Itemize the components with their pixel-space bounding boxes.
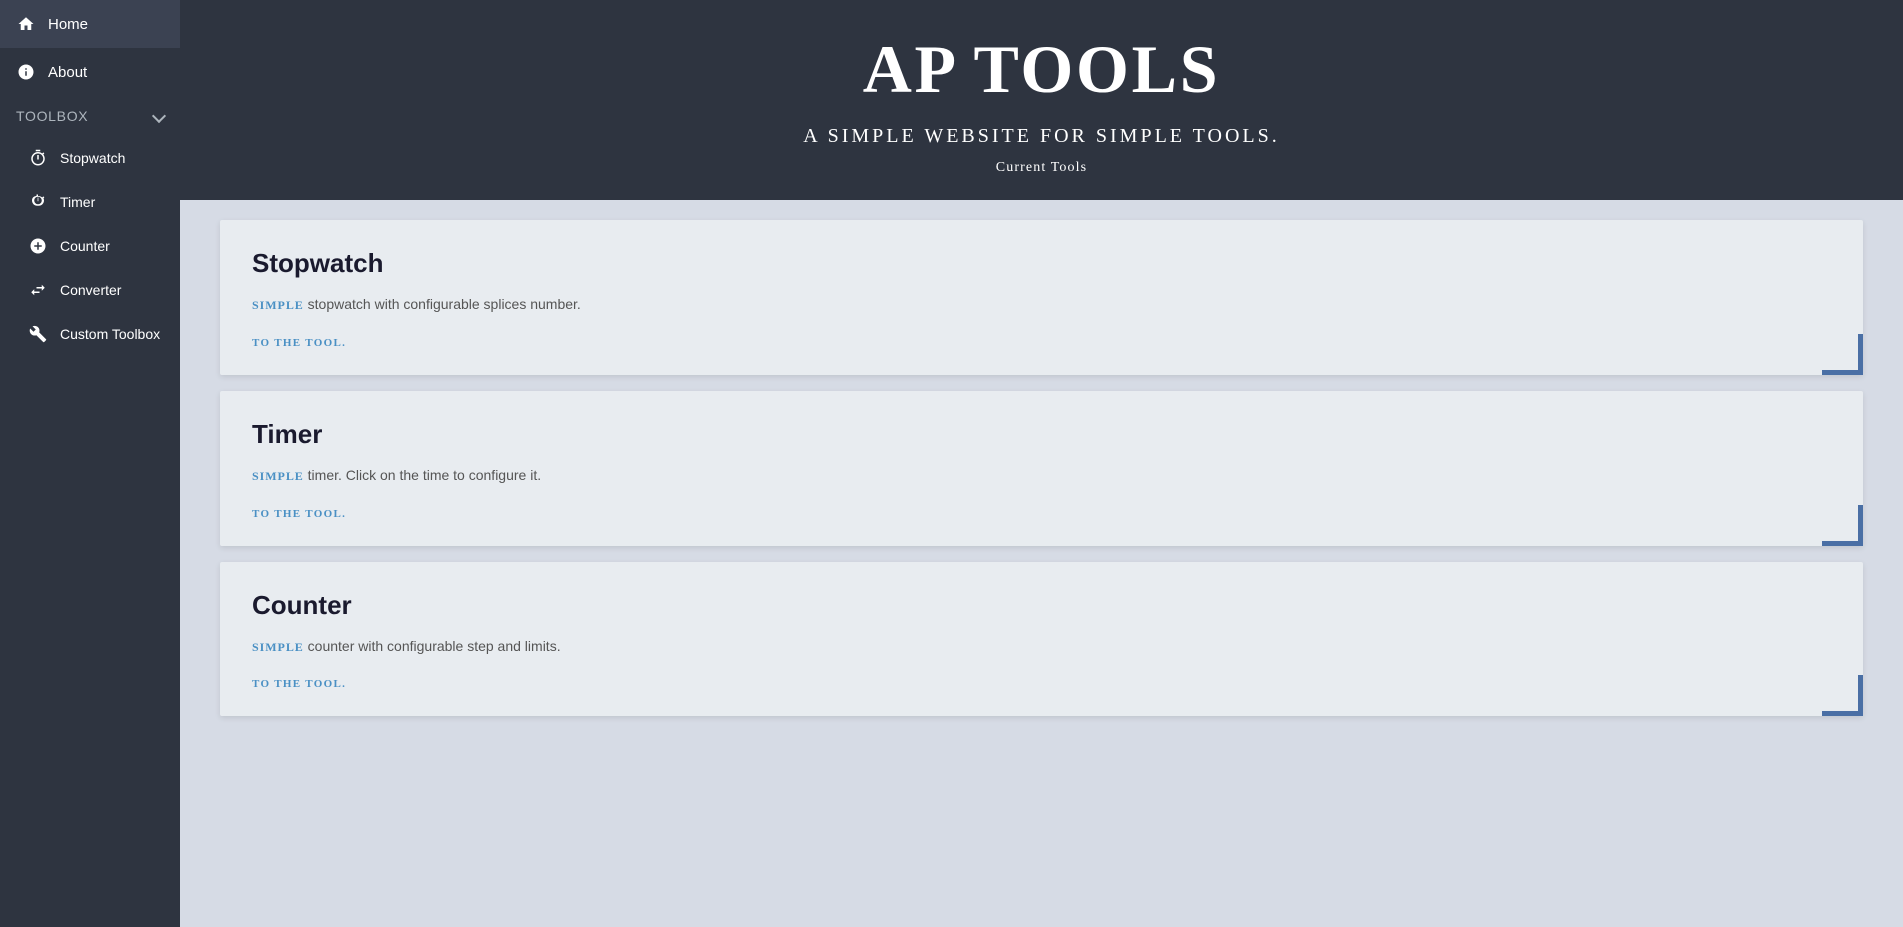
timer-card: Timer Simple timer. Click on the time to… [220, 391, 1863, 546]
sidebar-item-counter[interactable]: Counter [0, 224, 180, 268]
sidebar-item-custom-toolbox[interactable]: Custom Toolbox [0, 312, 180, 356]
counter-card-title: Counter [252, 590, 1831, 621]
sidebar-timer-label: Timer [60, 194, 95, 210]
cards-area: Stopwatch Simple stopwatch with configur… [180, 200, 1903, 756]
sidebar-counter-label: Counter [60, 238, 110, 254]
sidebar-home-label: Home [48, 16, 88, 33]
stopwatch-card-title: Stopwatch [252, 248, 1831, 279]
timer-card-description: Simple timer. Click on the time to confi… [252, 464, 1831, 488]
timer-simple-badge: Simple [252, 469, 304, 483]
sidebar-item-about[interactable]: About [0, 48, 180, 96]
sidebar-custom-toolbox-label: Custom Toolbox [60, 326, 160, 342]
sidebar-stopwatch-label: Stopwatch [60, 150, 125, 166]
sidebar-item-timer[interactable]: Timer [0, 180, 180, 224]
home-icon [16, 14, 36, 34]
chevron-down-icon [152, 109, 166, 123]
counter-simple-badge: Simple [252, 640, 304, 654]
timer-card-title: Timer [252, 419, 1831, 450]
counter-card-description: Simple counter with configurable step an… [252, 635, 1831, 659]
sidebar-item-stopwatch[interactable]: Stopwatch [0, 136, 180, 180]
sidebar-about-label: About [48, 64, 87, 81]
stopwatch-card-link[interactable]: To the tool. [252, 337, 346, 349]
counter-card: Counter Simple counter with configurable… [220, 562, 1863, 717]
sidebar-toolbox-label: Toolbox [16, 108, 88, 124]
sidebar-item-converter[interactable]: Converter [0, 268, 180, 312]
counter-card-link[interactable]: To the tool. [252, 678, 346, 690]
stopwatch-simple-badge: Simple [252, 298, 304, 312]
counter-icon [28, 236, 48, 256]
stopwatch-card: Stopwatch Simple stopwatch with configur… [220, 220, 1863, 375]
stopwatch-card-description: Simple stopwatch with configurable splic… [252, 293, 1831, 317]
info-icon [16, 62, 36, 82]
sidebar-converter-label: Converter [60, 282, 121, 298]
stopwatch-icon [28, 148, 48, 168]
header-subtitle: A simple website for simple tools. [200, 125, 1883, 148]
timer-icon [28, 192, 48, 212]
sidebar-toolbox-section[interactable]: Toolbox [0, 96, 180, 136]
page-title: AP Tools [200, 30, 1883, 109]
header-current-tools: Current Tools [200, 160, 1883, 176]
timer-card-link[interactable]: To the tool. [252, 508, 346, 520]
header: AP Tools A simple website for simple too… [180, 0, 1903, 200]
sidebar-item-home[interactable]: Home [0, 0, 180, 48]
sidebar: Home About Toolbox Stopwatch Timer [0, 0, 180, 927]
wrench-icon [28, 324, 48, 344]
main-content: AP Tools A simple website for simple too… [180, 0, 1903, 927]
converter-icon [28, 280, 48, 300]
